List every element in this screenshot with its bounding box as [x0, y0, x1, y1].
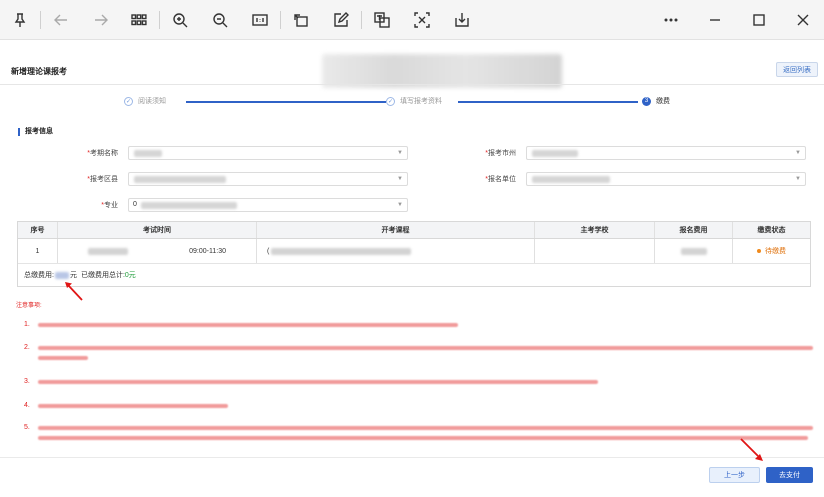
- chevron-down-icon: ▼: [397, 202, 403, 208]
- zoom-out-icon[interactable]: [207, 7, 233, 33]
- col-header: 开考课程: [257, 222, 535, 238]
- step-connector: [458, 101, 638, 103]
- back-to-list-button[interactable]: 返回列表: [776, 62, 818, 77]
- note-item: 5.: [16, 424, 813, 440]
- header-divider: [0, 84, 824, 85]
- note-item: 1.: [16, 321, 458, 328]
- step-read-notice: ✓ 阅读须知: [124, 96, 166, 106]
- step-number: 3: [642, 96, 651, 106]
- check-icon: ✓: [124, 96, 133, 106]
- city-select[interactable]: ▼: [526, 146, 806, 160]
- exam-period-select[interactable]: ▼: [128, 146, 408, 160]
- chevron-down-icon: ▼: [397, 176, 403, 182]
- back-arrow-icon[interactable]: [48, 7, 74, 33]
- section-title: 报考信息: [18, 128, 53, 136]
- previous-step-button[interactable]: 上一步: [709, 467, 760, 483]
- note-item: 3.: [16, 378, 598, 385]
- col-header: 报名费用: [655, 222, 733, 238]
- step-fill-info: ✓ 填写报考资料: [386, 96, 442, 106]
- table-footer: 总缴费用: 元 已缴费用总计: 0元: [24, 271, 136, 279]
- text-recognize-icon[interactable]: [409, 7, 435, 33]
- minimize-icon[interactable]: [702, 7, 728, 33]
- cell-time: 09:00-11:30: [58, 239, 257, 263]
- notes-title: 注意事项:: [16, 303, 42, 309]
- actual-size-icon[interactable]: [247, 7, 273, 33]
- footer-divider: [0, 457, 824, 458]
- cell-school: [535, 239, 655, 263]
- cell-fee: [655, 239, 733, 263]
- district-select[interactable]: ▼: [128, 172, 408, 186]
- page-title: 新增理论课报考: [11, 67, 67, 76]
- grid-icon[interactable]: [126, 7, 152, 33]
- pending-dot-icon: [757, 249, 761, 253]
- field-label-district: *报考区县: [87, 176, 118, 183]
- download-icon[interactable]: [449, 7, 475, 33]
- pin-icon[interactable]: [7, 7, 33, 33]
- col-header: 序号: [18, 222, 58, 238]
- field-label-unit: *报名单位: [485, 176, 516, 183]
- unit-select[interactable]: ▼: [526, 172, 806, 186]
- field-label-major: *专业: [101, 202, 118, 209]
- viewer-toolbar: [0, 0, 824, 40]
- field-label-city: *报考市州: [485, 150, 516, 157]
- col-header: 考试时间: [58, 222, 257, 238]
- note-item: 2.: [16, 344, 813, 360]
- blurred-banner: [322, 54, 562, 88]
- table-header: 序号 考试时间 开考课程 主考学校 报名费用 缴费状态: [18, 222, 810, 239]
- chevron-down-icon: ▼: [795, 150, 801, 156]
- step-pay: 3 缴费: [642, 96, 670, 106]
- cell-index: 1: [18, 239, 58, 263]
- major-select[interactable]: 0 ▼: [128, 198, 408, 212]
- step-label: 填写报考资料: [400, 98, 442, 105]
- step-connector: [186, 101, 386, 103]
- step-label: 阅读须知: [138, 98, 166, 105]
- chevron-down-icon: ▼: [397, 150, 403, 156]
- step-label: 缴费: [656, 98, 670, 105]
- rotate-icon[interactable]: [288, 7, 314, 33]
- cell-status: 待缴费: [733, 239, 810, 263]
- note-item: 4.: [16, 402, 228, 409]
- col-header: 缴费状态: [757, 227, 786, 234]
- close-icon[interactable]: [790, 7, 816, 33]
- maximize-icon[interactable]: [746, 7, 772, 33]
- go-pay-button[interactable]: 去支付: [766, 467, 813, 483]
- progress-steps: ✓ 阅读须知 ✓ 填写报考资料 3 缴费: [124, 96, 694, 108]
- translate-icon[interactable]: [369, 7, 395, 33]
- cell-course: (: [257, 239, 535, 263]
- annotation-arrow-icon: [740, 438, 763, 461]
- edit-icon[interactable]: [328, 7, 354, 33]
- annotation-arrow-icon: [65, 282, 83, 301]
- field-label-exam-period: *考期名称: [87, 150, 118, 157]
- table-row[interactable]: 1 09:00-11:30 ( 待缴费: [18, 239, 810, 264]
- forward-arrow-icon[interactable]: [88, 7, 114, 33]
- chevron-down-icon: ▼: [795, 176, 801, 182]
- zoom-in-icon[interactable]: [167, 7, 193, 33]
- course-fee-table: 序号 考试时间 开考课程 主考学校 报名费用 缴费状态 1 09:00-11:3…: [17, 221, 811, 287]
- check-icon: ✓: [386, 96, 395, 106]
- more-icon[interactable]: [658, 7, 684, 33]
- col-header: 主考学校: [535, 222, 655, 238]
